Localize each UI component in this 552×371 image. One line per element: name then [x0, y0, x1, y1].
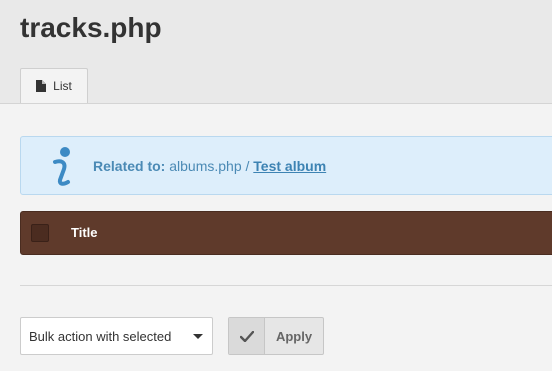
divider [20, 285, 552, 286]
select-all-checkbox[interactable] [31, 224, 49, 242]
tab-label: List [53, 79, 72, 93]
table-header: Title [20, 211, 552, 255]
page-header: tracks.php List [0, 0, 552, 104]
related-label: Related to: [93, 158, 166, 174]
bulk-action-value: Bulk action with selected [29, 329, 172, 344]
apply-label: Apply [275, 328, 313, 344]
document-icon [36, 80, 47, 92]
info-icon [45, 145, 73, 189]
apply-button[interactable]: Apply [228, 317, 324, 355]
checkmark-icon-wrap [229, 318, 265, 354]
bulk-action-select[interactable]: Bulk action with selected [20, 317, 213, 355]
page-title: tracks.php [20, 12, 162, 43]
tab-list[interactable]: List [20, 68, 88, 103]
related-parent-link[interactable]: Test album [253, 158, 326, 174]
related-text: Related to: albums.php / Test album [93, 157, 326, 175]
checkmark-icon [239, 330, 254, 342]
chevron-down-icon [193, 334, 203, 339]
related-parent-file: albums.php [169, 158, 242, 174]
related-info-box: Related to: albums.php / Test album [20, 136, 552, 195]
related-separator: / [245, 158, 250, 174]
column-header-title[interactable]: Title [71, 225, 98, 241]
